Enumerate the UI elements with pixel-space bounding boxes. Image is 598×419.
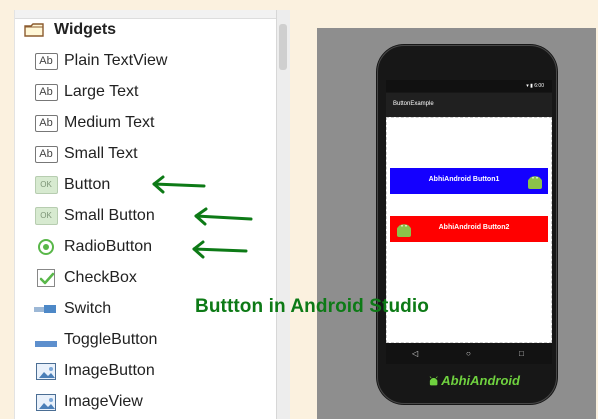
text-icon: Ab <box>34 83 58 101</box>
palette-item-label: RadioButton <box>64 238 153 255</box>
switch-icon <box>34 300 58 318</box>
image-button-icon <box>34 362 58 380</box>
palette-item-small-button[interactable]: OK Small Button <box>34 203 155 229</box>
palette-item-checkbox[interactable]: CheckBox <box>34 265 137 291</box>
text-icon: Ab <box>34 114 58 132</box>
text-icon: Ab <box>34 52 58 70</box>
abhiandroid-button1[interactable]: AbhiAndroid Button1 <box>390 168 548 194</box>
palette-item-medium-text[interactable]: Ab Medium Text <box>34 110 154 136</box>
checkbox-icon-shape <box>37 269 55 287</box>
status-icons: ▾ ▮ 6:00 <box>526 83 544 89</box>
toggle-icon <box>34 331 58 349</box>
recent-apps-icon[interactable]: □ <box>519 350 524 358</box>
pointer-arrow-icon <box>194 207 253 226</box>
pointer-arrow-icon <box>152 175 206 194</box>
palette-item-large-text[interactable]: Ab Large Text <box>34 79 138 105</box>
button-icon: OK <box>34 176 58 194</box>
palette-item-label: Switch <box>64 300 112 317</box>
home-icon[interactable]: ○ <box>466 350 471 358</box>
widgets-group-header[interactable]: Widgets <box>14 16 276 44</box>
image-view-icon <box>34 393 58 411</box>
device-navigation-bar: ◁ ○ □ <box>386 343 552 364</box>
palette-item-small-text[interactable]: Ab Small Text <box>34 141 138 167</box>
palette-item-label: ToggleButton <box>64 331 158 348</box>
palette-item-label: Small Text <box>64 145 138 162</box>
device-app-bar: ButtonExample <box>386 93 552 117</box>
palette-item-label: Plain TextView <box>64 52 168 69</box>
radio-icon <box>34 238 58 256</box>
text-icon: Ab <box>34 145 58 163</box>
button-icon-label: OK <box>34 176 58 194</box>
palette-item-button[interactable]: OK Button <box>34 172 110 198</box>
palette-item-label: ImageView <box>64 393 143 410</box>
text-icon-label: Ab <box>34 83 58 101</box>
folder-icon <box>24 23 44 37</box>
palette-item-label: Medium Text <box>64 114 155 131</box>
radio-icon-shape <box>38 239 54 255</box>
palette-scrollbar[interactable] <box>276 10 290 419</box>
button1-label: AbhiAndroid Button1 <box>428 176 500 183</box>
button2-label: AbhiAndroid Button2 <box>438 224 510 231</box>
abhiandroid-button2[interactable]: AbhiAndroid Button2 <box>390 216 548 242</box>
palette-item-switch[interactable]: Switch <box>34 296 111 322</box>
palette-item-label: Button <box>64 176 111 193</box>
palette-item-togglebutton[interactable]: ToggleButton <box>34 327 157 353</box>
button-icon: OK <box>34 207 58 225</box>
palette-item-plain-textview[interactable]: Ab Plain TextView <box>34 48 167 74</box>
palette-item-imagebutton[interactable]: ImageButton <box>34 358 155 384</box>
pointer-arrow-icon <box>192 240 248 259</box>
palette-item-label: ImageButton <box>64 362 155 379</box>
app-title: ButtonExample <box>393 101 434 107</box>
switch-icon-shape <box>34 305 58 313</box>
text-icon-label: Ab <box>34 114 58 132</box>
brand-text: AbhiAndroid <box>441 373 520 388</box>
abhiandroid-logo: AbhiAndroid <box>428 368 520 393</box>
palette-item-radiobutton[interactable]: RadioButton <box>34 234 152 260</box>
widgets-group-title: Widgets <box>54 21 117 38</box>
image-button-icon-shape <box>36 362 56 380</box>
caption: Buttton in Android Studio <box>195 296 429 317</box>
palette-item-imageview[interactable]: ImageView <box>34 389 143 415</box>
palette-item-label: CheckBox <box>64 269 137 286</box>
palette-item-label: Small Button <box>64 207 155 224</box>
toggle-icon-shape <box>35 341 57 347</box>
palette-item-label: Large Text <box>64 83 139 100</box>
image-view-icon-shape <box>36 393 56 411</box>
text-icon-label: Ab <box>34 52 58 70</box>
checkbox-icon <box>34 269 58 287</box>
text-icon-label: Ab <box>34 145 58 163</box>
android-robot-icon <box>528 176 542 189</box>
palette-scroll-thumb[interactable] <box>279 24 287 70</box>
back-icon[interactable]: ◁ <box>412 350 418 358</box>
device-status-bar: ▾ ▮ 6:00 <box>386 80 552 92</box>
android-robot-icon <box>397 224 411 237</box>
button-icon-label: OK <box>34 207 58 225</box>
android-robot-icon <box>429 375 438 385</box>
